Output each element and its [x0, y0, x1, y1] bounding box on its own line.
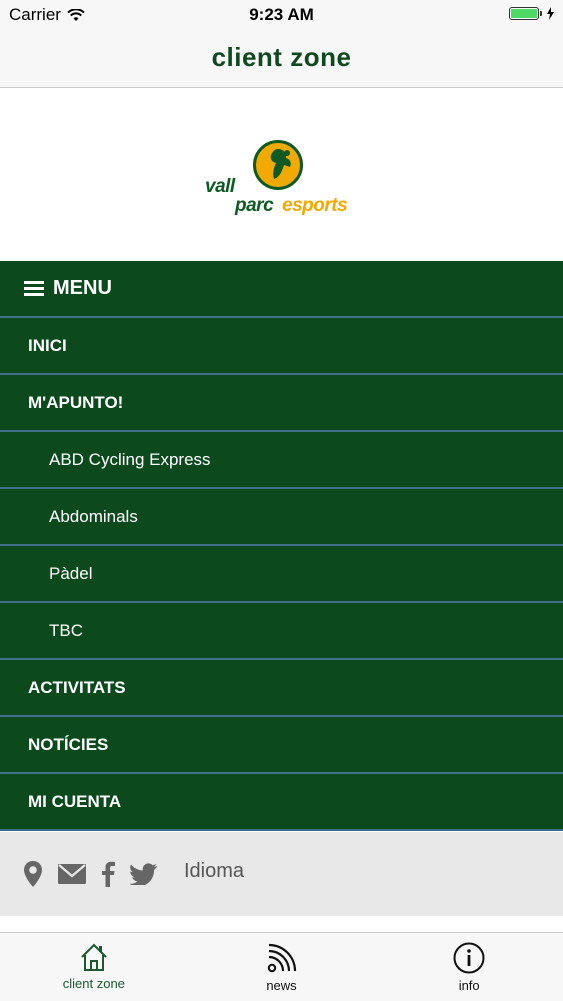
navigation-bar: client zone — [0, 30, 563, 88]
tab-info[interactable]: info — [375, 933, 563, 1001]
logo-text-vall: vall — [205, 176, 235, 197]
menu-item-label: ACTIVITATS — [28, 677, 126, 697]
menu-item-label: Abdominals — [49, 506, 138, 526]
vall-parc-esports-logo[interactable]: vall parc esports — [205, 140, 360, 220]
menu-item-label: NOTÍCIES — [28, 734, 109, 754]
menu-item-label: MI CUENTA — [28, 791, 122, 811]
logo-emblem-icon — [253, 140, 303, 190]
mail-icon[interactable] — [58, 864, 86, 884]
menu-item-activitats[interactable]: ACTIVITATS — [0, 660, 563, 717]
menu-item-label: Pàdel — [49, 563, 93, 583]
tab-client-zone[interactable]: client zone — [0, 933, 188, 1001]
tab-bar: client zone news info — [0, 932, 563, 1001]
menu-subitem-tbc[interactable]: TBC — [0, 603, 563, 660]
main-menu: MENU INICI M'APUNTO! ABD Cycling Express… — [0, 261, 563, 831]
menu-item-label: TBC — [49, 620, 83, 640]
info-icon — [453, 942, 485, 974]
location-pin-icon[interactable] — [22, 860, 44, 888]
logo-text-esports: esports — [282, 195, 348, 216]
hamburger-icon — [24, 278, 44, 299]
language-selector[interactable]: Idioma — [184, 860, 244, 883]
battery-icon — [509, 7, 539, 20]
menu-subitem-padel[interactable]: Pàdel — [0, 546, 563, 603]
menu-item-mi-cuenta[interactable]: MI CUENTA — [0, 774, 563, 831]
social-links — [22, 860, 172, 888]
facebook-icon[interactable] — [100, 861, 116, 887]
battery-indicator — [509, 7, 555, 20]
tab-news[interactable]: news — [188, 933, 376, 1001]
twitter-icon[interactable] — [130, 863, 158, 885]
tab-label: news — [266, 978, 297, 993]
menu-item-inici[interactable]: INICI — [0, 318, 563, 375]
status-time: 9:23 AM — [249, 5, 314, 24]
menu-item-noticies[interactable]: NOTÍCIES — [0, 717, 563, 774]
menu-item-label: ABD Cycling Express — [49, 449, 211, 469]
tab-label: info — [458, 978, 480, 993]
menu-header-label: MENU — [53, 277, 112, 299]
status-bar: Carrier 9:23 AM — [0, 0, 563, 30]
logo-text-parc: parc — [235, 195, 274, 216]
logo-area: vall parc esports — [0, 88, 563, 261]
footer-bar: Idioma — [0, 832, 563, 916]
menu-item-mapunto[interactable]: M'APUNTO! — [0, 375, 563, 432]
menu-subitem-abdominals[interactable]: Abdominals — [0, 489, 563, 546]
charging-bolt-icon — [547, 7, 554, 20]
home-icon — [81, 943, 107, 971]
rss-icon — [267, 943, 296, 973]
page-title: client zone — [211, 42, 352, 72]
menu-item-label: INICI — [28, 335, 67, 355]
menu-subitem-abd-cycling-express[interactable]: ABD Cycling Express — [0, 432, 563, 489]
tab-label: client zone — [62, 976, 125, 991]
menu-toggle[interactable]: MENU — [0, 261, 563, 318]
menu-item-label: M'APUNTO! — [28, 392, 124, 412]
